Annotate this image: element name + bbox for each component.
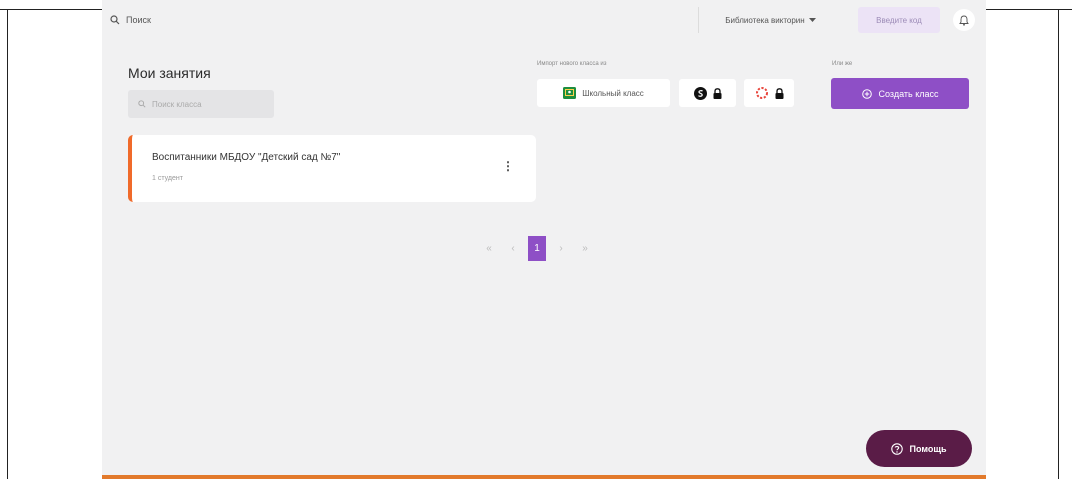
pagination: « ‹ 1 › » [480, 236, 594, 261]
import-google-label: Школьный класс [582, 88, 644, 98]
last-page-button[interactable]: » [576, 236, 594, 261]
create-class-button[interactable]: Создать класс [831, 78, 969, 109]
import-google-classroom-button[interactable]: Школьный класс [537, 79, 670, 107]
lock-icon [713, 87, 721, 99]
class-student-count: 1 студент [152, 175, 183, 182]
help-button[interactable]: Помощь [866, 430, 972, 467]
or-label: Или же [832, 61, 853, 67]
frame-right-line [1058, 9, 1059, 479]
more-options-icon[interactable]: ⋮ [502, 159, 514, 173]
import-label: Импорт нового класса из [537, 61, 607, 67]
google-classroom-icon [563, 87, 577, 99]
help-label: Помощь [909, 443, 947, 454]
search-placeholder: Поиск [126, 15, 151, 25]
page-title: Мои занятия [128, 65, 211, 81]
import-schoology-button[interactable] [679, 79, 736, 107]
clever-icon [755, 87, 768, 99]
app-window: Поиск Библиотека викторин Введите код Мо… [102, 0, 986, 479]
join-code-label: Введите код [876, 15, 922, 25]
top-bar: Поиск Библиотека викторин Введите код [102, 0, 986, 40]
class-search-placeholder: Поиск класса [152, 99, 202, 109]
global-search[interactable]: Поиск [110, 8, 690, 32]
library-label: Библиотека викторин [725, 15, 805, 25]
class-name: Воспитанники МБДОУ "Детский сад №7" [152, 152, 341, 163]
search-icon [110, 15, 120, 25]
lock-icon [775, 87, 783, 99]
page-1-button[interactable]: 1 [528, 236, 546, 261]
library-dropdown[interactable]: Библиотека викторин [698, 7, 842, 33]
first-page-button[interactable]: « [480, 236, 498, 261]
schoology-icon [693, 86, 707, 100]
class-card[interactable]: Воспитанники МБДОУ "Детский сад №7" 1 ст… [128, 135, 536, 202]
frame-left-line [7, 9, 8, 479]
prev-page-button[interactable]: ‹ [504, 236, 522, 261]
import-clever-button[interactable] [744, 79, 794, 107]
chevron-down-icon [808, 17, 816, 22]
create-class-label: Создать класс [878, 88, 939, 99]
notifications-button[interactable] [953, 9, 975, 31]
plus-circle-icon [861, 88, 872, 99]
class-search-input[interactable]: Поиск класса [128, 90, 274, 118]
next-page-button[interactable]: › [552, 236, 570, 261]
search-icon [138, 100, 146, 108]
question-circle-icon [891, 442, 904, 455]
bottom-accent-strip [102, 475, 986, 479]
bell-icon [959, 15, 969, 26]
join-code-button[interactable]: Введите код [858, 7, 940, 33]
